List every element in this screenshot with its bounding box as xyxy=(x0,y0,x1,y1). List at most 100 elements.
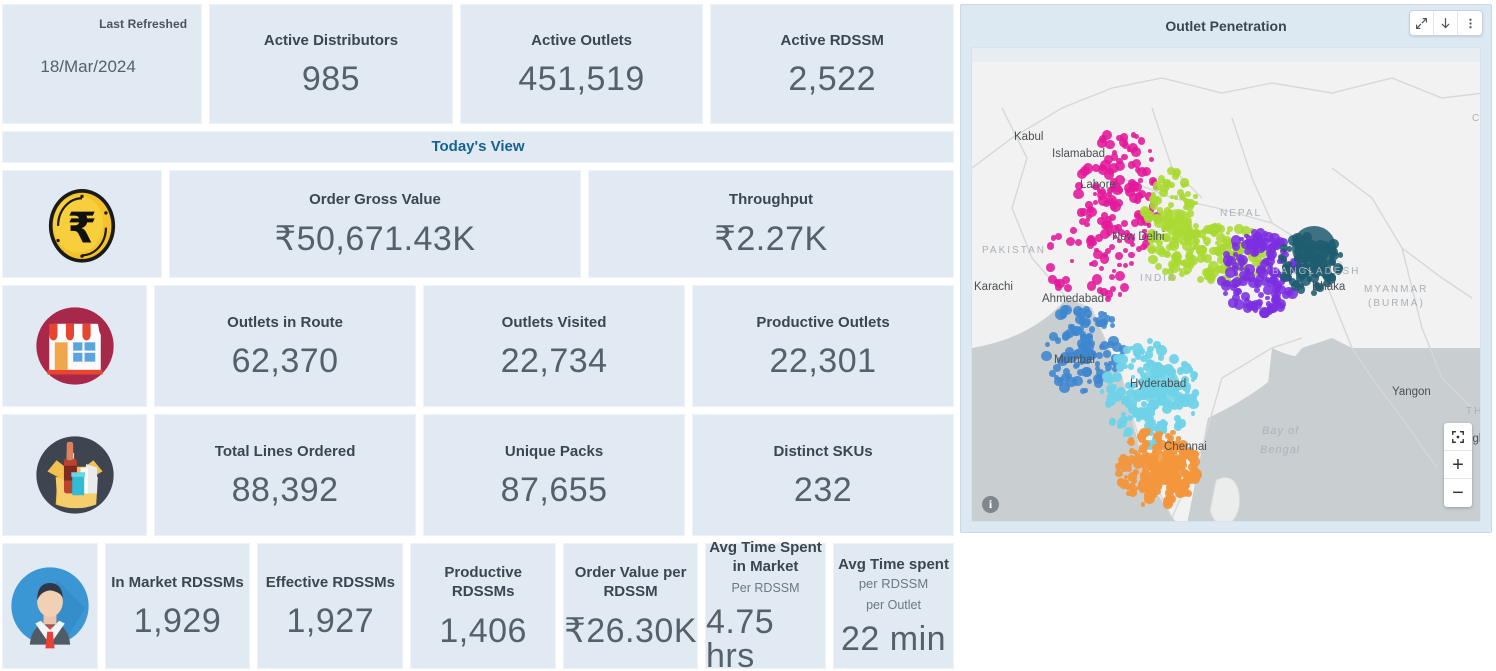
zoom-out-icon[interactable]: − xyxy=(1444,479,1472,507)
kpi-value: 1,927 xyxy=(286,602,375,641)
map-data-point xyxy=(1095,316,1107,327)
rdssm-row: In Market RDSSMs 1,929 Effective RDSSMs … xyxy=(2,539,955,671)
map-data-point xyxy=(1137,137,1146,145)
map-data-point xyxy=(1141,401,1147,407)
map-data-point xyxy=(1333,263,1344,274)
map-header: Outlet Penetration xyxy=(961,5,1491,47)
expand-icon[interactable] xyxy=(1410,11,1434,35)
kpi-title: In Market RDSSMs xyxy=(111,573,244,591)
kpi-distinct-skus: Distinct SKUs 232 xyxy=(692,413,955,537)
storefront-icon-card xyxy=(2,284,148,407)
map-canvas[interactable]: Kabul Islamabad Lahore New Delhi Karachi Ahme… xyxy=(971,47,1481,522)
salesperson-avatar-icon xyxy=(4,560,96,652)
map-data-point xyxy=(1203,237,1211,245)
map-data-point xyxy=(1193,194,1198,199)
map-data-point xyxy=(1073,310,1080,317)
map-data-point xyxy=(1108,316,1115,323)
map-data-point xyxy=(1108,273,1115,280)
map-data-point xyxy=(1156,420,1162,426)
recenter-icon[interactable] xyxy=(1444,423,1472,451)
map-data-point xyxy=(1238,261,1245,267)
map-data-point xyxy=(1041,350,1052,362)
kpi-avg-time-spent-in-market: Avg Time Spent in Market Per RDSSM 4.75 … xyxy=(705,539,827,671)
map-data-point xyxy=(1165,440,1176,451)
map-data-point xyxy=(1117,292,1122,297)
kpi-value: 4.75 hrs xyxy=(706,602,775,671)
kpi-column: Last Refreshed 18/Mar/2024 Active Distri… xyxy=(2,4,955,671)
kpi-title: Active Outlets xyxy=(531,31,633,49)
kpi-title: Total Lines Ordered xyxy=(214,442,356,460)
kpi-title: Active Distributors xyxy=(263,31,399,49)
map-data-point xyxy=(1112,353,1122,363)
kpi-value: ₹50,671.43K xyxy=(274,220,476,259)
map-data-point xyxy=(1126,388,1136,398)
map-data-point xyxy=(1103,219,1114,230)
map-data-point xyxy=(1191,389,1199,397)
map-data-point xyxy=(1176,436,1181,441)
kpi-title: Outlets in Route xyxy=(227,313,344,331)
map-data-point xyxy=(1094,247,1099,252)
kpi-throughput: Throughput ₹2.27K xyxy=(588,169,954,278)
map-data-point xyxy=(1133,383,1138,389)
last-refreshed-card: Last Refreshed 18/Mar/2024 xyxy=(2,4,203,125)
map-data-point xyxy=(1120,465,1128,473)
map-data-point xyxy=(1122,262,1128,269)
map-toolbar xyxy=(1409,10,1483,36)
map-data-point xyxy=(1108,418,1117,426)
kpi-value: 2,522 xyxy=(788,60,876,99)
map-data-point xyxy=(1287,266,1293,273)
map-data-point xyxy=(1272,295,1280,302)
map-data-point xyxy=(1179,240,1185,245)
map-data-point xyxy=(1124,401,1132,408)
todays-view-label: Today's View xyxy=(431,138,525,156)
map-data-point xyxy=(1193,238,1200,245)
map-data-point xyxy=(1324,273,1336,285)
map-data-point xyxy=(1081,346,1092,357)
map-data-point xyxy=(1211,231,1217,236)
map-data-point xyxy=(1131,146,1141,157)
map-data-point xyxy=(1167,166,1175,175)
map-data-point xyxy=(1297,271,1306,280)
map-data-point xyxy=(1185,190,1192,197)
map-data-point xyxy=(1243,233,1249,239)
map-data-point xyxy=(1116,363,1125,372)
map-data-point xyxy=(1073,350,1080,357)
map-data-point xyxy=(1128,251,1135,259)
kpi-order-value-per-rdssm: Order Value per RDSSM ₹26.30K xyxy=(563,543,699,670)
map-data-point xyxy=(1241,239,1251,249)
map-data-point xyxy=(1225,230,1231,235)
map-data-point xyxy=(1046,241,1055,250)
map-info-icon[interactable]: i xyxy=(982,496,999,513)
map-data-point xyxy=(1070,227,1077,234)
map-data-point xyxy=(1138,448,1143,453)
kpi-title-light: per RDSSM xyxy=(858,576,929,592)
kpi-productive-outlets: Productive Outlets 22,301 xyxy=(692,284,955,407)
map-data-point xyxy=(1260,310,1268,319)
map-data-point-large xyxy=(1140,366,1180,406)
kpi-title: Order Value per RDSSM xyxy=(574,564,687,601)
more-options-icon[interactable] xyxy=(1458,11,1482,35)
last-refreshed-value: 18/Mar/2024 xyxy=(40,57,136,76)
rupee-coin-icon-card: ₹ xyxy=(2,169,162,278)
map-data-point xyxy=(1137,366,1145,374)
map-data-point xyxy=(1095,351,1103,359)
map-data-point xyxy=(1266,304,1276,313)
map-data-point xyxy=(1156,443,1163,449)
zoom-in-icon[interactable]: + xyxy=(1444,451,1472,479)
map-data-point xyxy=(1188,366,1194,372)
map-data-point xyxy=(1106,387,1113,394)
map-data-point xyxy=(1177,419,1187,428)
map-data-point xyxy=(1112,149,1118,155)
map-data-point xyxy=(1112,185,1123,196)
map-data-point xyxy=(1138,481,1147,489)
map-data-point xyxy=(1169,354,1179,364)
products-bag-icon xyxy=(29,429,121,521)
kpi-active-outlets: Active Outlets 451,519 xyxy=(459,4,704,125)
kpi-title-main: Avg Time spent xyxy=(838,556,949,574)
kpi-effective-rdssms: Effective RDSSMs 1,927 xyxy=(257,543,404,670)
kpi-value: 22,301 xyxy=(769,342,877,381)
map-data-point xyxy=(1078,217,1086,226)
kpi-value: 62,370 xyxy=(231,342,339,381)
download-icon[interactable] xyxy=(1434,11,1458,35)
map-data-point xyxy=(1222,290,1228,296)
